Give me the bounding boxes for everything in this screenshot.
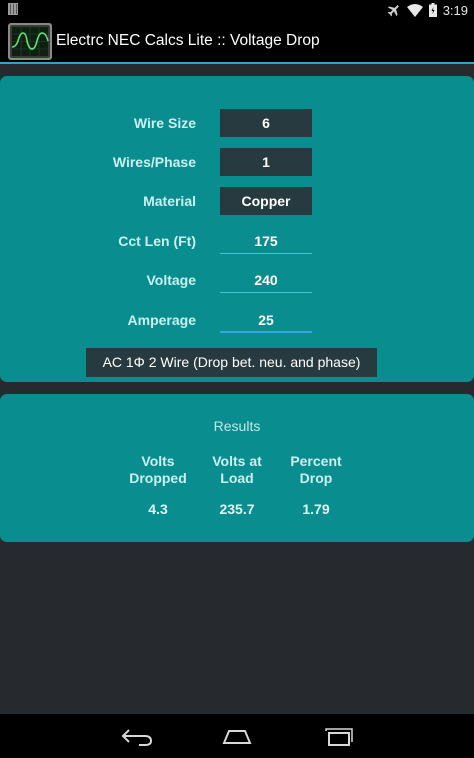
- voltage-label: Voltage: [146, 272, 196, 288]
- airplane-mode-icon: [387, 5, 399, 17]
- volts-at-load-header: Volts at Load: [202, 453, 272, 487]
- oscilloscope-icon[interactable]: [8, 23, 52, 60]
- input-panel: Wire Size 6 Wires/Phase 1 Material Coppe…: [0, 76, 474, 382]
- results-title: Results: [213, 418, 261, 434]
- notification-icon: [8, 3, 18, 15]
- wire-size-spinner[interactable]: 6: [220, 109, 312, 137]
- material-spinner[interactable]: Copper: [220, 187, 312, 215]
- status-bar: 3:19: [0, 0, 474, 20]
- action-bar: Electrc NEC Calcs Lite :: Voltage Drop: [0, 20, 474, 63]
- volts-at-load-label-1: Volts at: [212, 453, 262, 469]
- home-icon[interactable]: [217, 724, 257, 748]
- percent-drop-value: 1.79: [302, 501, 330, 517]
- navigation-bar: [0, 714, 474, 758]
- volts-dropped-label-1: Volts: [141, 453, 175, 469]
- volts-dropped-header: Volts Dropped: [123, 453, 193, 487]
- app-title: Electrc NEC Calcs Lite :: Voltage Drop: [56, 32, 320, 49]
- amperage-input[interactable]: 25: [220, 307, 312, 333]
- voltage-input[interactable]: 240: [220, 267, 312, 293]
- battery-icon: [428, 3, 437, 17]
- volts-dropped-label-2: Dropped: [129, 470, 187, 486]
- back-icon[interactable]: [117, 724, 157, 748]
- content-area: Wire Size 6 Wires/Phase 1 Material Coppe…: [0, 64, 474, 714]
- percent-drop-label-2: Drop: [299, 470, 333, 486]
- amperage-label: Amperage: [127, 312, 196, 328]
- wire-size-label: Wire Size: [133, 115, 196, 131]
- volts-at-load-label-2: Load: [220, 470, 254, 486]
- results-panel: Results Volts Dropped Volts at Load Perc…: [0, 394, 474, 542]
- material-label: Material: [143, 193, 196, 209]
- circuit-type-spinner[interactable]: AC 1Φ 2 Wire (Drop bet. neu. and phase): [86, 348, 377, 377]
- circuit-length-label: Cct Len (Ft): [118, 233, 196, 249]
- wifi-icon: [406, 3, 423, 17]
- percent-drop-label-1: Percent: [290, 453, 342, 469]
- volts-dropped-value: 4.3: [148, 501, 168, 517]
- percent-drop-header: Percent Drop: [281, 453, 351, 487]
- circuit-length-input[interactable]: 175: [220, 228, 312, 254]
- wires-per-phase-spinner[interactable]: 1: [220, 148, 312, 176]
- volts-at-load-value: 235.7: [219, 501, 255, 517]
- status-time: 3:19: [442, 2, 468, 18]
- recent-apps-icon[interactable]: [318, 724, 358, 748]
- wires-per-phase-label: Wires/Phase: [112, 154, 196, 170]
